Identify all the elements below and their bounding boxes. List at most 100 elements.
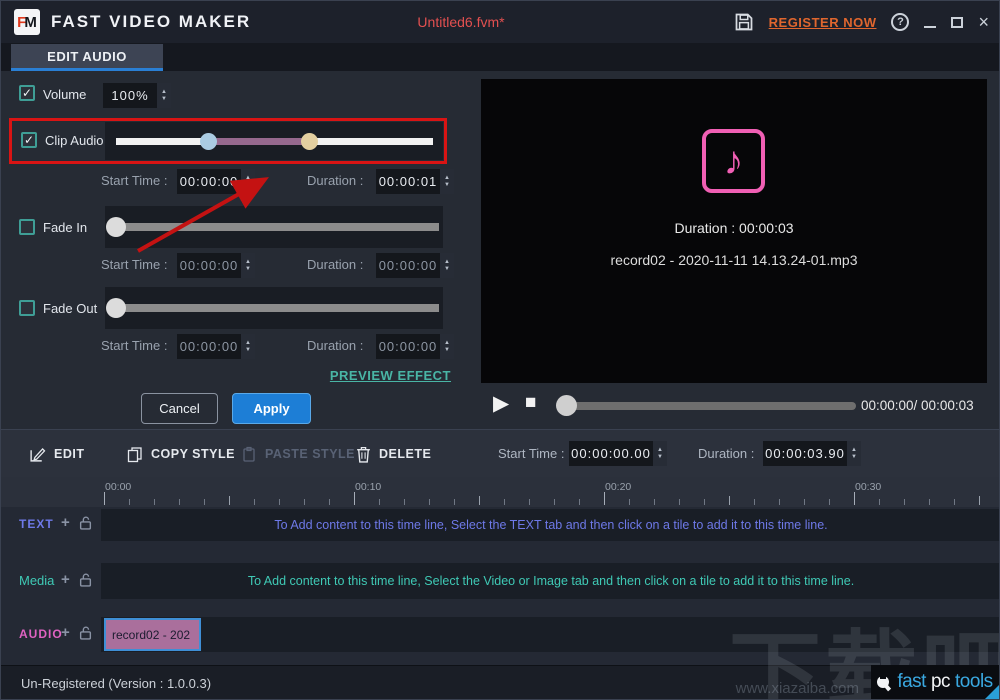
fade-in-track[interactable]: [116, 223, 439, 231]
paste-style-button[interactable]: PASTE STYLE: [241, 430, 355, 478]
start-time-label: Start Time :: [101, 257, 168, 272]
fade-out-slider: [105, 287, 443, 329]
spin-up-icon[interactable]: ▲: [444, 259, 450, 265]
delete-label: DELETE: [379, 447, 432, 461]
fade-in-start-field[interactable]: 00:00:00: [177, 253, 241, 278]
clip-audio-label: Clip Audio: [45, 133, 104, 148]
volume-checkbox[interactable]: ✓: [19, 85, 35, 101]
save-icon[interactable]: [734, 12, 754, 32]
tab-edit-audio[interactable]: EDIT AUDIO: [11, 44, 163, 71]
spin-up-icon[interactable]: ▲: [161, 89, 167, 95]
edit-button[interactable]: EDIT: [29, 430, 84, 478]
spin-up-icon[interactable]: ▲: [851, 447, 857, 453]
help-icon[interactable]: ?: [891, 13, 910, 31]
fade-in-checkbox[interactable]: ✓: [19, 219, 35, 235]
clip-audio-slider: [105, 122, 443, 160]
maximize-button[interactable]: [951, 16, 964, 28]
help-glyph: ?: [897, 16, 904, 28]
start-time-label: Start Time :: [101, 173, 168, 188]
media-track-message: To Add content to this time line, Select…: [247, 574, 855, 588]
spin-down-icon[interactable]: ▼: [444, 182, 450, 188]
logo-letter-m: M: [24, 13, 37, 31]
media-track-row[interactable]: To Add content to this time line, Select…: [101, 563, 999, 599]
toolbar-start-time-spinner[interactable]: ▲ ▼: [653, 441, 667, 466]
spin-down-icon[interactable]: ▼: [657, 454, 663, 460]
fade-in-start-spinner[interactable]: ▲ ▼: [241, 253, 255, 278]
spin-up-icon[interactable]: ▲: [245, 340, 251, 346]
fade-in-duration-field[interactable]: 00:00:00: [376, 253, 440, 278]
register-now-link[interactable]: REGISTER NOW: [769, 15, 877, 30]
play-button[interactable]: ▶: [493, 391, 509, 416]
spin-down-icon[interactable]: ▼: [245, 182, 251, 188]
fade-out-checkbox[interactable]: ✓: [19, 300, 35, 316]
track-label-media: Media: [19, 573, 55, 588]
preview-effect-link[interactable]: PREVIEW EFFECT: [259, 368, 451, 383]
fade-out-start-field[interactable]: 00:00:00: [177, 334, 241, 359]
clip-start-time-field[interactable]: 00:00:00: [177, 169, 241, 194]
add-text-icon[interactable]: +: [61, 515, 70, 530]
text-track-row[interactable]: To Add content to this time line, Select…: [101, 509, 999, 541]
fade-in-label: Fade In: [43, 220, 88, 235]
audio-track-row[interactable]: [101, 617, 999, 652]
fade-out-label: Fade Out: [43, 301, 98, 316]
lock-icon[interactable]: [79, 516, 92, 530]
spin-up-icon[interactable]: ▲: [245, 259, 251, 265]
clip-start-handle[interactable]: [200, 133, 217, 150]
duration-label: Duration :: [307, 338, 364, 353]
clip-duration-spinner[interactable]: ▲ ▼: [440, 169, 454, 194]
fade-out-handle[interactable]: [106, 298, 126, 318]
toolbar-duration-spinner[interactable]: ▲ ▼: [847, 441, 861, 466]
spin-up-icon[interactable]: ▲: [444, 340, 450, 346]
spin-up-icon[interactable]: ▲: [444, 175, 450, 181]
timeline-ruler[interactable]: 00:00 00:10 00:20 00:30: [1, 477, 999, 507]
document-title: Untitled6.fvm*: [417, 14, 505, 30]
add-audio-icon[interactable]: +: [61, 625, 70, 640]
clip-start-spinner[interactable]: ▲ ▼: [241, 169, 255, 194]
clip-end-handle[interactable]: [301, 133, 318, 150]
clip-duration-field[interactable]: 00:00:01: [376, 169, 440, 194]
clip-slider-track[interactable]: [116, 133, 433, 150]
spin-down-icon[interactable]: ▼: [851, 454, 857, 460]
toolbar-duration-field[interactable]: 00:00:03.90: [763, 441, 847, 466]
track-label-text: TEXT: [19, 517, 54, 531]
minimize-button[interactable]: [924, 26, 937, 28]
spin-down-icon[interactable]: ▼: [161, 96, 167, 102]
clip-audio-checkbox[interactable]: ✓: [21, 132, 37, 148]
spin-down-icon[interactable]: ▼: [245, 347, 251, 353]
fade-out-duration-spinner[interactable]: ▲ ▼: [440, 334, 454, 359]
paste-style-label: PASTE STYLE: [265, 447, 356, 461]
preview-duration-text: Duration : 00:00:03: [674, 220, 794, 236]
lock-icon[interactable]: [79, 626, 92, 640]
volume-label: Volume: [43, 87, 87, 102]
volume-spinner[interactable]: ▲ ▼: [157, 83, 171, 108]
registration-status: Un-Registered (Version : 1.0.0.3): [21, 676, 212, 691]
fade-out-start-spinner[interactable]: ▲ ▼: [241, 334, 255, 359]
toolbar-start-time-field[interactable]: 00:00:00.00: [569, 441, 653, 466]
apply-button[interactable]: Apply: [232, 393, 311, 424]
fade-in-duration-spinner[interactable]: ▲ ▼: [440, 253, 454, 278]
toolbar-start-time-label: Start Time :: [498, 446, 565, 461]
playback-handle[interactable]: [556, 395, 577, 416]
music-note-glyph: ♪: [723, 138, 744, 183]
spin-down-icon[interactable]: ▼: [444, 266, 450, 272]
spin-down-icon[interactable]: ▼: [245, 266, 251, 272]
volume-value[interactable]: 100%: [103, 83, 157, 108]
delete-button[interactable]: DELETE: [356, 430, 431, 478]
media-track-tools: +: [61, 572, 92, 587]
spin-up-icon[interactable]: ▲: [245, 175, 251, 181]
lock-icon[interactable]: [79, 573, 92, 587]
fade-in-handle[interactable]: [106, 217, 126, 237]
fade-out-track[interactable]: [116, 304, 439, 312]
audio-clip[interactable]: record02 - 202: [104, 618, 201, 651]
spin-down-icon[interactable]: ▼: [444, 347, 450, 353]
fade-out-duration-field[interactable]: 00:00:00: [376, 334, 440, 359]
close-button[interactable]: ×: [978, 13, 989, 31]
spin-up-icon[interactable]: ▲: [657, 447, 663, 453]
logo-fast: fast: [897, 671, 926, 692]
copy-style-button[interactable]: COPY STYLE: [127, 430, 235, 478]
playback-progress-bar[interactable]: [556, 395, 856, 416]
playback-time-display: 00:00:00/ 00:00:03: [861, 398, 974, 413]
add-media-icon[interactable]: +: [61, 572, 70, 587]
cancel-button[interactable]: Cancel: [141, 393, 218, 424]
stop-button[interactable]: ■: [525, 392, 536, 414]
